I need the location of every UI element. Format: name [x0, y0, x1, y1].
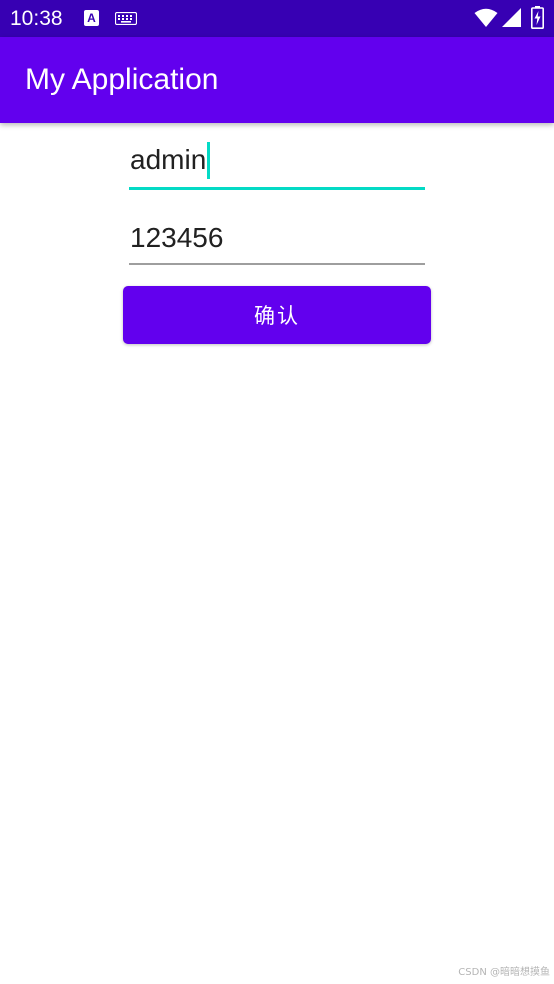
confirm-button[interactable]: 确认: [123, 286, 431, 344]
username-field[interactable]: admin: [129, 140, 425, 190]
app-title: My Application: [25, 63, 219, 96]
status-time: 10:38: [10, 7, 63, 30]
app-bar: My Application: [0, 37, 554, 123]
password-field[interactable]: 123456: [129, 218, 425, 265]
watermark: CSDN @暗暗想摸鱼: [458, 967, 550, 978]
wifi-icon: [474, 8, 498, 27]
a-notification-icon: A: [84, 10, 99, 26]
username-underline: [129, 187, 425, 190]
username-input[interactable]: admin: [130, 142, 211, 179]
username-value: admin: [130, 144, 207, 175]
text-cursor: [207, 142, 211, 179]
password-underline: [129, 263, 425, 265]
signal-icon: [502, 8, 521, 27]
status-bar: 10:38 A: [0, 0, 554, 37]
battery-charging-icon: [531, 6, 544, 29]
password-input[interactable]: 123456: [130, 220, 223, 256]
keyboard-icon: [115, 12, 137, 25]
